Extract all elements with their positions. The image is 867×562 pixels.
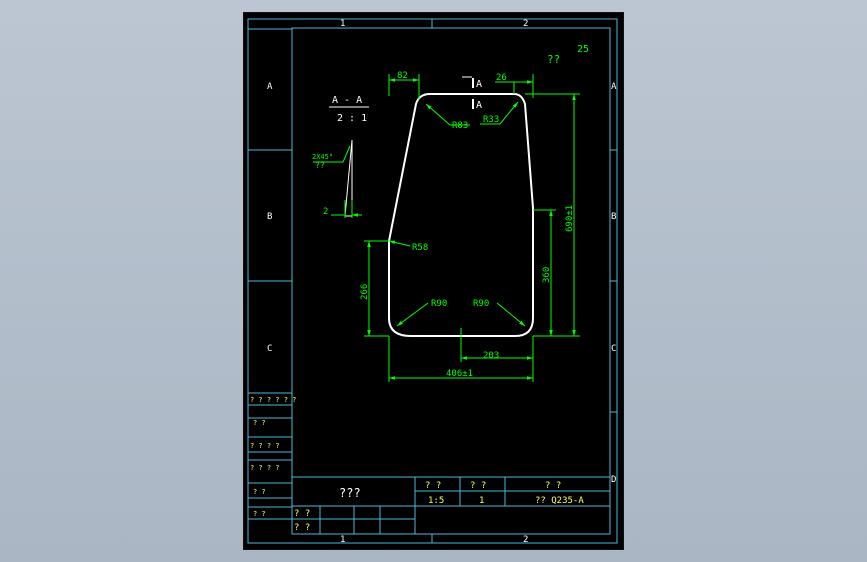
revision-row-5: ? ? bbox=[253, 488, 266, 496]
title-block: ??? ? ? ? ? ? ? 1:5 1 ?? Q235-A ? ? ? ? bbox=[291, 476, 611, 535]
zone-label-left-c: C bbox=[267, 344, 272, 354]
zone-label-right-d: D bbox=[611, 475, 616, 485]
signature-row-2: ? ? bbox=[294, 523, 310, 533]
section-title: A - A bbox=[332, 95, 362, 106]
revision-row-2: ? ? bbox=[253, 419, 266, 427]
material-value: ?? Q235-A bbox=[535, 496, 584, 506]
dim-radius-side: R58 bbox=[412, 243, 428, 253]
zone-label-left-b: B bbox=[267, 212, 272, 222]
zone-label-bottom-2: 2 bbox=[523, 535, 528, 545]
revision-row-3: ? ? ? ? bbox=[250, 442, 280, 450]
drawing-frame bbox=[247, 18, 618, 544]
zone-label-right-c: C bbox=[611, 344, 616, 354]
title-col3-header: ? ? bbox=[545, 481, 561, 491]
dim-overall-height: 690±1 bbox=[565, 205, 575, 232]
zone-label-left-a: A bbox=[267, 82, 273, 92]
dim-radius-top-left: R83 bbox=[452, 121, 468, 131]
zone-label-top-2: 2 bbox=[523, 19, 528, 29]
zone-labels: 1 2 1 2 A B C A B C D bbox=[267, 19, 617, 545]
title-col2-header: ? ? bbox=[470, 481, 486, 491]
revision-row-6: ? ? bbox=[253, 510, 266, 518]
roughness-value: 25 bbox=[577, 44, 589, 55]
title-col1-header: ? ? bbox=[425, 481, 441, 491]
surface-roughness: 25 ?? bbox=[547, 44, 589, 66]
section-view: A - A 2 : 1 2X45° ?? 2 bbox=[312, 95, 369, 218]
dim-radius-bottom-right: R90 bbox=[473, 299, 489, 309]
dim-radius-top-right: R33 bbox=[483, 115, 499, 125]
part-name: ??? bbox=[339, 486, 361, 500]
section-profile bbox=[344, 139, 353, 217]
chamfer-label: 2X45° bbox=[312, 153, 333, 161]
cut-mark-top: A bbox=[476, 79, 482, 90]
section-width-dim: 2 bbox=[323, 207, 328, 217]
drawing-canvas: 1 2 1 2 A B C A B C D 25 ?? A - A 2 : 1 … bbox=[247, 18, 618, 545]
dim-radius-bottom-left: R90 bbox=[431, 299, 447, 309]
zone-label-top-1: 1 bbox=[340, 19, 345, 29]
dim-top-right-width: 26 bbox=[496, 73, 507, 83]
chamfer-note: ?? bbox=[315, 161, 325, 170]
zone-label-bottom-1: 1 bbox=[340, 535, 345, 545]
revision-row-1: ? ? ? ? ? ? bbox=[250, 396, 296, 404]
revision-row-4: ? ? ? ? bbox=[250, 464, 280, 472]
signature-row-1: ? ? bbox=[294, 509, 310, 519]
roughness-symbol: ?? bbox=[547, 53, 560, 66]
dim-bottom-half-width: 203 bbox=[483, 351, 499, 361]
scale-value: 1:5 bbox=[428, 496, 444, 506]
zone-label-right-b: B bbox=[611, 212, 616, 222]
section-scale: 2 : 1 bbox=[337, 113, 367, 124]
zone-label-right-a: A bbox=[611, 82, 617, 92]
quantity-value: 1 bbox=[479, 496, 484, 506]
dim-right-height: 360 bbox=[542, 267, 552, 283]
outer-border bbox=[247, 18, 618, 544]
dim-overall-width: 406±1 bbox=[446, 369, 473, 379]
dim-top-left-width: 82 bbox=[397, 71, 408, 81]
dim-left-height: 266 bbox=[360, 284, 370, 300]
revision-block: ? ? ? ? ? ? ? ? ? ? ? ? ? ? ? ? ? ? ? ? bbox=[247, 392, 296, 520]
cut-mark-bottom: A bbox=[476, 100, 482, 111]
